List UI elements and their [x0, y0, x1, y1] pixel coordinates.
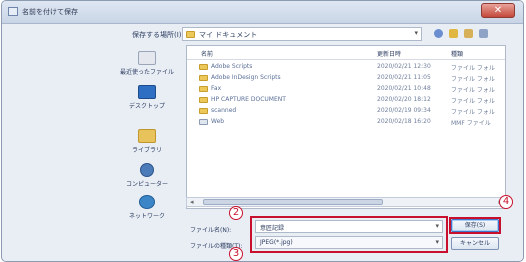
- column-type[interactable]: 種類: [451, 49, 463, 58]
- place-label: デスクトップ: [128, 103, 165, 110]
- file-row[interactable]: Adobe InDesign Scripts 2020/02/21 11:05 …: [187, 73, 505, 83]
- folder-icon: [186, 31, 195, 38]
- folder-icon: [199, 75, 208, 81]
- save-button[interactable]: 保存(S): [451, 219, 499, 232]
- chevron-down-icon[interactable]: ▾: [414, 29, 418, 37]
- file-date: 2020/02/21 11:05: [377, 74, 431, 81]
- place-library[interactable]: ライブラリ: [112, 129, 182, 154]
- file-type: ファイル フォル: [451, 98, 495, 105]
- location-toolbar: 保存する場所(I): マイ ドキュメント ▾: [2, 24, 523, 44]
- file-date: 2020/02/21 10:48: [377, 85, 431, 92]
- filename-value: 意匠記録: [260, 225, 285, 232]
- callout-2: 2: [229, 206, 243, 220]
- callout-3: 3: [229, 247, 243, 261]
- filetype-value: JPEG(*.jpg): [260, 239, 293, 246]
- folder-icon: [199, 64, 208, 70]
- place-label: 最近使ったファイル: [119, 69, 174, 76]
- column-date[interactable]: 更新日時: [377, 49, 401, 58]
- place-label: ネットワーク: [128, 213, 165, 220]
- location-dropdown[interactable]: マイ ドキュメント ▾: [182, 27, 422, 41]
- back-icon[interactable]: [434, 29, 443, 38]
- filename-input[interactable]: 意匠記録 ▾: [255, 220, 443, 233]
- file-name: scanned: [211, 107, 237, 114]
- dialog-icon: [8, 7, 18, 16]
- folder-icon: [199, 97, 208, 103]
- place-desktop[interactable]: デスクトップ: [112, 85, 182, 110]
- file-row[interactable]: HP CAPTURE DOCUMENT 2020/02/20 18:12 ファイ…: [187, 95, 505, 105]
- new-folder-icon[interactable]: [464, 29, 473, 38]
- file-type: MMF ファイル: [451, 120, 491, 127]
- views-icon[interactable]: [479, 29, 488, 38]
- close-button[interactable]: ✕: [481, 3, 515, 18]
- file-name: Adobe InDesign Scripts: [211, 74, 281, 81]
- place-network[interactable]: ネットワーク: [112, 195, 182, 220]
- toolbar-icons: [434, 29, 488, 38]
- file-icon: [199, 119, 208, 125]
- file-date: 2020/02/21 12:30: [377, 63, 431, 70]
- column-name[interactable]: 名前: [201, 49, 213, 58]
- desktop-icon: [138, 85, 156, 99]
- library-icon: [138, 129, 156, 143]
- filetype-select[interactable]: JPEG(*.jpg) ▾: [255, 236, 443, 249]
- place-computer[interactable]: コンピューター: [112, 163, 182, 188]
- file-list-header: 名前 更新日時 種類: [187, 46, 505, 60]
- place-label: ライブラリ: [131, 147, 162, 154]
- file-row[interactable]: Web 2020/02/18 16:20 MMF ファイル: [187, 117, 505, 127]
- file-type: ファイル フォル: [451, 65, 495, 72]
- save-as-dialog: 名前を付けて保存 ✕ 保存する場所(I): マイ ドキュメント ▾ 最近使ったフ…: [1, 0, 524, 262]
- location-value: マイ ドキュメント: [199, 31, 258, 39]
- places-bar: 最近使ったファイル デスクトップ ライブラリ コンピューター ネットワーク: [112, 45, 182, 220]
- file-date: 2020/02/19 09:34: [377, 107, 431, 114]
- file-name: HP CAPTURE DOCUMENT: [211, 96, 286, 103]
- recent-icon: [138, 51, 156, 65]
- scroll-left-icon[interactable]: ◂: [190, 198, 194, 206]
- callout-4: 4: [499, 195, 513, 209]
- file-date: 2020/02/18 16:20: [377, 118, 431, 125]
- up-folder-icon[interactable]: [449, 29, 458, 38]
- file-date: 2020/02/20 18:12: [377, 96, 431, 103]
- dialog-title: 名前を付けて保存: [22, 8, 78, 16]
- folder-icon: [199, 86, 208, 92]
- network-icon: [139, 195, 155, 209]
- file-list[interactable]: 名前 更新日時 種類 Adobe Scripts 2020/02/21 12:3…: [186, 45, 506, 209]
- file-row[interactable]: Adobe Scripts 2020/02/21 12:30 ファイル フォル: [187, 62, 505, 72]
- filename-label: ファイル名(N):: [190, 227, 232, 234]
- place-label: コンピューター: [125, 181, 168, 188]
- file-name: Adobe Scripts: [211, 63, 253, 70]
- chevron-down-icon[interactable]: ▾: [435, 238, 439, 246]
- cancel-button[interactable]: キャンセル: [451, 237, 499, 250]
- scroll-thumb[interactable]: [203, 199, 383, 205]
- file-row[interactable]: Fax 2020/02/21 10:48 ファイル フォル: [187, 84, 505, 94]
- file-type: ファイル フォル: [451, 109, 495, 116]
- title-bar: 名前を付けて保存 ✕: [2, 1, 523, 24]
- folder-icon: [199, 108, 208, 114]
- file-name: Fax: [211, 85, 222, 92]
- save-in-label: 保存する場所(I):: [132, 31, 184, 39]
- chevron-down-icon[interactable]: ▾: [435, 222, 439, 230]
- file-type: ファイル フォル: [451, 76, 495, 83]
- file-type: ファイル フォル: [451, 87, 495, 94]
- file-row[interactable]: scanned 2020/02/19 09:34 ファイル フォル: [187, 106, 505, 116]
- file-name: Web: [211, 118, 225, 125]
- place-recent[interactable]: 最近使ったファイル: [112, 51, 182, 76]
- computer-icon: [140, 163, 154, 177]
